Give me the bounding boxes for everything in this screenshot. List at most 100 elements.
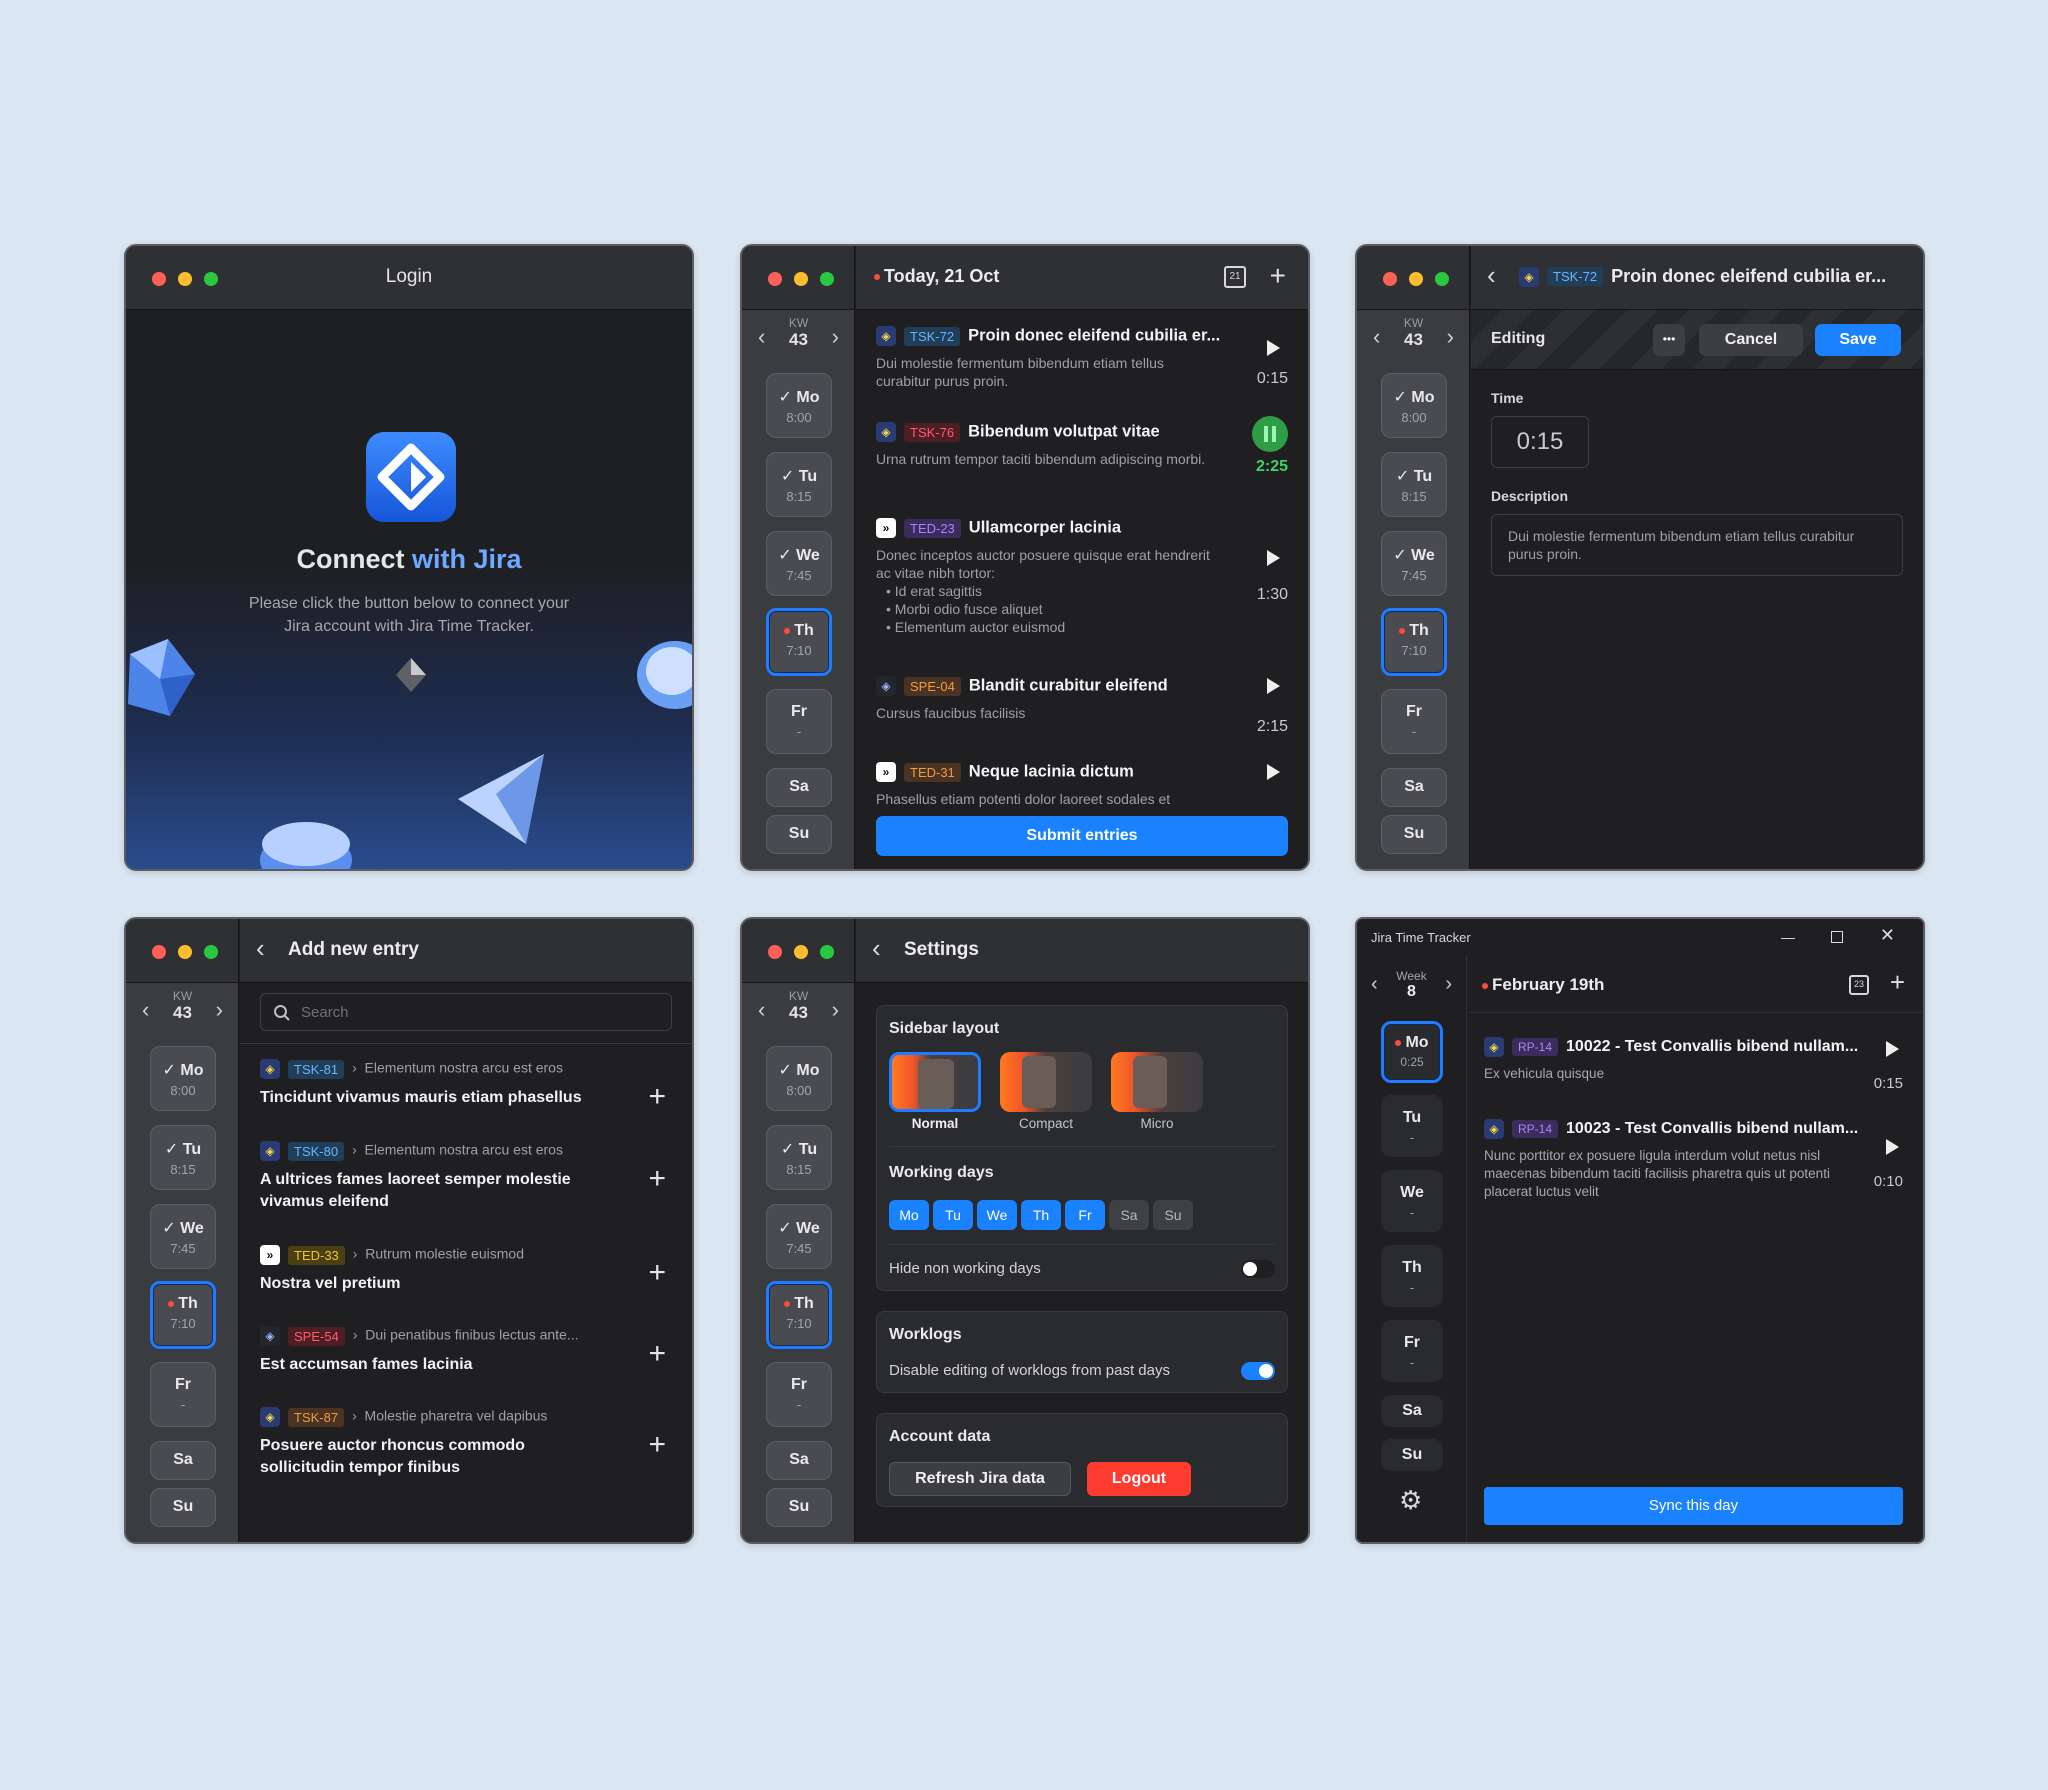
result-item[interactable]: ◈ SPE-54 › Dui penatibus finibus lectus an… — [260, 1326, 672, 1376]
day-tuesday[interactable]: ✓ Tu 8:15 — [766, 452, 832, 517]
close-button[interactable] — [152, 945, 166, 959]
day-thursday[interactable]: Th 7:10 — [1381, 608, 1447, 676]
prev-week-chevron-icon[interactable]: ‹ — [142, 997, 149, 1023]
next-week-chevron-icon[interactable]: › — [832, 997, 839, 1023]
back-chevron-icon[interactable]: ‹ — [1487, 260, 1496, 291]
day-monday[interactable]: Mo 0:25 — [1381, 1021, 1443, 1083]
entry-item[interactable]: ◈ TSK-72 Proin donec eleifend cubilia er..… — [876, 326, 1288, 390]
day-saturday[interactable]: Sa — [1381, 1395, 1443, 1427]
result-item[interactable]: ◈ TSK-80 › Elementum nostra arcu est eros … — [260, 1141, 672, 1213]
day-monday[interactable]: ✓ Mo 8:00 — [766, 1046, 832, 1111]
day-friday[interactable]: Fr - — [1381, 689, 1447, 754]
calendar-icon[interactable]: 23 — [1849, 975, 1869, 995]
entry-item[interactable]: ◈ TSK-76 Bibendum volutpat vitae Urna rutr… — [876, 416, 1288, 475]
working-day-mo[interactable]: Mo — [889, 1200, 929, 1230]
add-icon[interactable]: + — [648, 1258, 666, 1288]
prev-week-chevron-icon[interactable]: ‹ — [1371, 973, 1378, 996]
day-monday[interactable]: ✓ Mo 8:00 — [1381, 373, 1447, 438]
entry-item[interactable]: » TED-23 Ullamcorper lacinia Donec incepto… — [876, 518, 1288, 636]
day-monday[interactable]: ✓ Mo 8:00 — [150, 1046, 216, 1111]
layout-normal-option[interactable] — [889, 1052, 981, 1112]
prev-week-chevron-icon[interactable]: ‹ — [758, 324, 765, 350]
working-day-th[interactable]: Th — [1021, 1200, 1061, 1230]
day-sunday[interactable]: Su — [150, 1488, 216, 1527]
play-icon[interactable] — [1267, 678, 1280, 694]
day-wednesday[interactable]: ✓ We 7:45 — [1381, 531, 1447, 596]
day-friday[interactable]: Fr - — [150, 1362, 216, 1427]
add-icon[interactable]: + — [648, 1082, 666, 1112]
close-button[interactable] — [1383, 272, 1397, 286]
zoom-button[interactable] — [1435, 272, 1449, 286]
result-item[interactable]: » TED-33 › Rutrum molestie euismod Nostra … — [260, 1245, 672, 1295]
day-thursday[interactable]: Th 7:10 — [766, 608, 832, 676]
next-week-chevron-icon[interactable]: › — [1445, 973, 1452, 996]
day-saturday[interactable]: Sa — [766, 1441, 832, 1480]
play-icon[interactable] — [1886, 1139, 1899, 1155]
back-chevron-icon[interactable]: ‹ — [256, 933, 265, 964]
day-monday[interactable]: ✓ Mo 8:00 — [766, 373, 832, 438]
next-week-chevron-icon[interactable]: › — [832, 324, 839, 350]
logout-button[interactable]: Logout — [1087, 1462, 1191, 1496]
add-icon[interactable]: + — [648, 1164, 666, 1194]
day-friday[interactable]: Fr - — [766, 689, 832, 754]
entry-item[interactable]: ◈ SPE-04 Blandit curabitur eleifend Cursus… — [876, 676, 1288, 735]
add-icon[interactable]: + — [648, 1430, 666, 1460]
day-sunday[interactable]: Su — [766, 1488, 832, 1527]
layout-micro-option[interactable] — [1111, 1052, 1203, 1112]
search-input[interactable]: Search — [260, 993, 672, 1031]
zoom-button[interactable] — [204, 945, 218, 959]
more-options-button[interactable]: ••• — [1653, 324, 1685, 356]
add-entry-icon[interactable]: + — [1270, 260, 1286, 292]
working-day-we[interactable]: We — [977, 1200, 1017, 1230]
play-icon[interactable] — [1267, 550, 1280, 566]
description-textarea[interactable]: Dui molestie fermentum bibendum etiam te… — [1491, 514, 1903, 576]
day-tuesday[interactable]: Tu - — [1381, 1095, 1443, 1157]
minimize-button[interactable] — [794, 945, 808, 959]
result-item[interactable]: ◈ TSK-87 › Molestie pharetra vel dapibus P… — [260, 1407, 672, 1479]
day-saturday[interactable]: Sa — [150, 1441, 216, 1480]
day-saturday[interactable]: Sa — [1381, 768, 1447, 807]
minimize-button[interactable] — [178, 945, 192, 959]
entry-item[interactable]: ◈ RP-14 10022 - Test Convallis bibend null… — [1484, 1037, 1903, 1092]
add-icon[interactable]: + — [648, 1339, 666, 1369]
calendar-icon[interactable]: 21 — [1224, 266, 1246, 288]
prev-week-chevron-icon[interactable]: ‹ — [1373, 324, 1380, 350]
day-tuesday[interactable]: ✓ Tu 8:15 — [150, 1125, 216, 1190]
day-wednesday[interactable]: ✓ We 7:45 — [766, 531, 832, 596]
minimize-icon[interactable]: — — [1781, 929, 1795, 945]
maximize-icon[interactable] — [1831, 931, 1843, 943]
entry-item[interactable]: » TED-31 Neque lacinia dictum Phasellus et… — [876, 762, 1288, 810]
day-tuesday[interactable]: ✓ Tu 8:15 — [1381, 452, 1447, 517]
day-friday[interactable]: Fr - — [766, 1362, 832, 1427]
day-wednesday[interactable]: We - — [1381, 1170, 1443, 1232]
time-input[interactable]: 0:15 — [1491, 416, 1589, 468]
working-day-fr[interactable]: Fr — [1065, 1200, 1105, 1230]
result-item[interactable]: ◈ TSK-81 › Elementum nostra arcu est eros … — [260, 1059, 672, 1112]
close-button[interactable] — [768, 945, 782, 959]
save-button[interactable]: Save — [1815, 324, 1901, 356]
day-tuesday[interactable]: ✓ Tu 8:15 — [766, 1125, 832, 1190]
play-icon[interactable] — [1267, 340, 1280, 356]
next-week-chevron-icon[interactable]: › — [1447, 324, 1454, 350]
play-icon[interactable] — [1886, 1041, 1899, 1057]
working-day-su[interactable]: Su — [1153, 1200, 1193, 1230]
day-sunday[interactable]: Su — [1381, 815, 1447, 854]
add-entry-icon[interactable]: + — [1890, 967, 1905, 998]
day-sunday[interactable]: Su — [766, 815, 832, 854]
minimize-button[interactable] — [1409, 272, 1423, 286]
day-thursday[interactable]: Th - — [1381, 1245, 1443, 1307]
prev-week-chevron-icon[interactable]: ‹ — [758, 997, 765, 1023]
working-day-sa[interactable]: Sa — [1109, 1200, 1149, 1230]
day-saturday[interactable]: Sa — [766, 768, 832, 807]
close-button[interactable] — [768, 272, 782, 286]
cancel-button[interactable]: Cancel — [1699, 324, 1803, 356]
pause-icon[interactable] — [1252, 416, 1288, 452]
refresh-jira-button[interactable]: Refresh Jira data — [889, 1462, 1071, 1496]
day-wednesday[interactable]: ✓ We 7:45 — [150, 1204, 216, 1269]
day-thursday[interactable]: Th 7:10 — [150, 1281, 216, 1349]
play-icon[interactable] — [1267, 764, 1280, 780]
entry-item[interactable]: ◈ RP-14 10023 - Test Convallis bibend null… — [1484, 1119, 1903, 1201]
day-thursday[interactable]: Th 7:10 — [766, 1281, 832, 1349]
day-sunday[interactable]: Su — [1381, 1439, 1443, 1471]
working-day-tu[interactable]: Tu — [933, 1200, 973, 1230]
